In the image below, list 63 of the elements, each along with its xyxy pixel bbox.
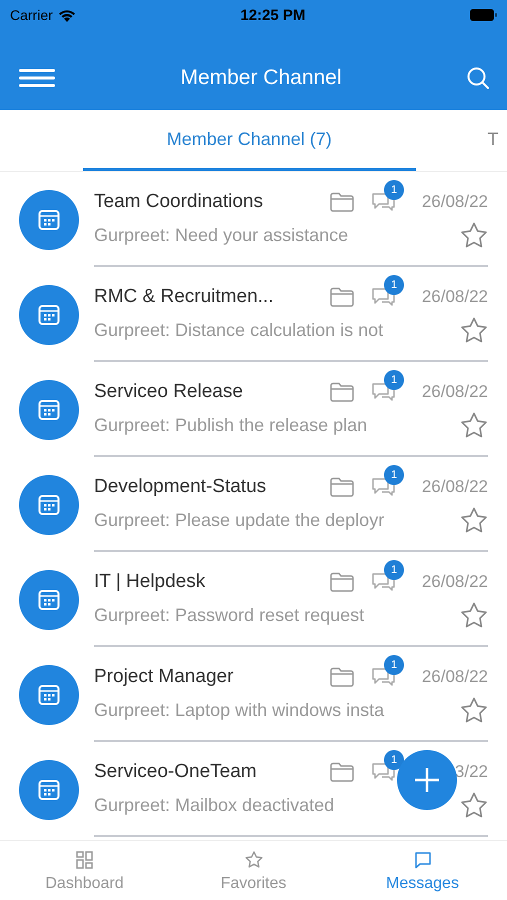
carrier-label: Carrier xyxy=(10,7,53,23)
channel-name[interactable]: RMC & Recruitmen... xyxy=(94,286,330,308)
channel-date: 26/08/22 xyxy=(422,477,488,497)
screen-title: Member Channel xyxy=(180,66,342,90)
channel-name[interactable]: Development-Status xyxy=(94,476,330,498)
calendar-icon xyxy=(38,778,60,800)
channel-name[interactable]: Serviceo-OneTeam xyxy=(94,761,330,783)
star-icon[interactable] xyxy=(460,222,488,248)
channel-date: 26/08/22 xyxy=(422,287,488,307)
channel-date: 26/08/22 xyxy=(422,667,488,687)
star-icon[interactable] xyxy=(460,602,488,628)
folder-icon[interactable] xyxy=(330,477,354,497)
wifi-icon xyxy=(58,8,76,22)
channel-name[interactable]: IT | Helpdesk xyxy=(94,571,330,593)
channel-date: 26/08/22 xyxy=(422,192,488,212)
channel-tab[interactable]: Member Channel (7) xyxy=(83,110,416,171)
calendar-icon xyxy=(38,208,60,230)
menu-icon[interactable] xyxy=(19,69,55,87)
calendar-icon xyxy=(38,398,60,420)
message-preview: Gurpreet: Laptop with windows insta xyxy=(94,700,386,720)
unread-count: 1 xyxy=(384,655,404,675)
unread-count: 1 xyxy=(384,275,404,295)
unread-count: 1 xyxy=(384,465,404,485)
star-icon xyxy=(244,851,262,869)
message-preview: Gurpreet: Distance calculation is not xyxy=(94,320,384,340)
message-preview: Gurpreet: Mailbox deactivated xyxy=(94,794,336,816)
channel-name[interactable]: Serviceo Release xyxy=(94,381,330,403)
search-icon[interactable] xyxy=(467,67,489,89)
message-preview: Gurpreet: Publish the release plan xyxy=(94,414,368,436)
folder-icon[interactable] xyxy=(330,192,354,212)
channel-tab[interactable]: T xyxy=(488,110,507,171)
unread-count: 1 xyxy=(384,750,404,770)
channel-date: 3/22 xyxy=(454,762,488,782)
channel-name[interactable]: Project Manager xyxy=(94,666,330,688)
calendar-icon xyxy=(38,684,60,706)
channel-name[interactable]: Team Coordinations xyxy=(94,191,330,213)
folder-icon[interactable] xyxy=(330,762,354,782)
battery-icon xyxy=(470,9,497,21)
unread-count: 1 xyxy=(384,180,404,200)
unread-count: 1 xyxy=(384,370,404,390)
channel-date: 26/08/22 xyxy=(422,572,488,592)
message-preview: Gurpreet: Password reset request xyxy=(94,604,366,626)
speech-bubble-icon xyxy=(414,851,432,869)
star-icon[interactable] xyxy=(460,412,488,438)
calendar-icon xyxy=(38,304,60,326)
nav-tab[interactable]: Messages xyxy=(338,841,507,900)
star-icon[interactable] xyxy=(460,696,488,724)
folder-icon[interactable] xyxy=(330,382,354,402)
star-icon[interactable] xyxy=(460,316,488,344)
folder-icon[interactable] xyxy=(330,572,354,592)
grid-icon xyxy=(76,851,94,869)
calendar-icon xyxy=(38,588,60,610)
folder-icon[interactable] xyxy=(330,667,354,687)
unread-count: 1 xyxy=(384,560,404,580)
plus-icon xyxy=(414,767,440,793)
message-preview: Gurpreet: Please update the deployr xyxy=(94,510,386,530)
star-icon[interactable] xyxy=(460,792,488,818)
folder-icon[interactable] xyxy=(330,287,354,307)
calendar-icon xyxy=(38,494,60,516)
clock-time: 12:25 PM xyxy=(240,6,306,24)
channel-date: 26/08/22 xyxy=(422,382,488,402)
message-preview: Gurpreet: Need your assistance xyxy=(94,224,350,246)
star-icon[interactable] xyxy=(460,506,488,534)
